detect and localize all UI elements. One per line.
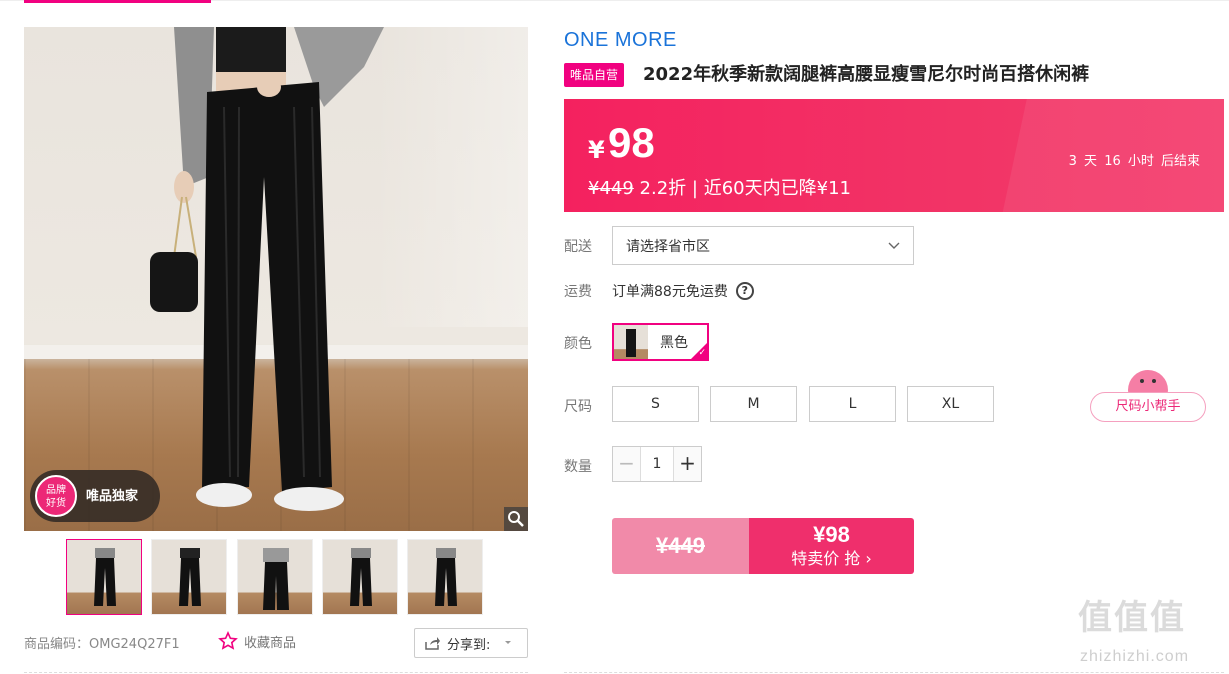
color-option-label: 黑色 xyxy=(660,335,688,351)
quantity-increase-button[interactable]: + xyxy=(674,447,701,481)
size-option-xl[interactable]: XL xyxy=(907,386,994,422)
zoom-icon[interactable] xyxy=(504,507,528,531)
size-label: 尺码 xyxy=(564,399,592,415)
share-icon xyxy=(425,637,440,650)
size-option-m[interactable]: M xyxy=(710,386,797,422)
region-select-value: 请选择省市区 xyxy=(626,238,710,255)
brand-name[interactable]: ONE MORE xyxy=(564,29,677,52)
shipping-label: 运费 xyxy=(564,284,592,300)
color-label: 颜色 xyxy=(564,336,592,352)
size-option-l[interactable]: L xyxy=(809,386,896,422)
buy-sale-price: ¥98 xyxy=(813,522,850,547)
quantity-stepper: − 1 + xyxy=(612,446,702,482)
self-operated-tag: 唯品自营 xyxy=(564,63,625,87)
active-tab-indicator xyxy=(24,0,211,3)
favorite-button[interactable]: 收藏商品 xyxy=(218,631,296,651)
buy-original-price: ¥449 xyxy=(612,518,749,574)
thumbnail-4[interactable] xyxy=(322,539,398,615)
quantity-label: 数量 xyxy=(564,459,592,475)
brand-goods-badge: 品牌 好货 xyxy=(35,475,77,517)
product-code-label: 商品编码： xyxy=(24,637,90,652)
model-figure xyxy=(150,27,384,511)
shipping-text: 订单满88元免运费 xyxy=(612,284,728,300)
quantity-input[interactable]: 1 xyxy=(640,447,674,481)
current-price: 98 xyxy=(608,119,655,166)
main-product-image[interactable]: 品牌 好货 唯品独家 xyxy=(24,27,528,531)
site-watermark: 值值值 xyxy=(1078,598,1186,638)
exclusive-badge: 品牌 好货 唯品独家 xyxy=(30,470,160,522)
price-banner: ¥ 98 ¥449 2.2折 | 近60天内已降¥11 3 天 16 小时 后结… xyxy=(564,99,1224,212)
buy-now-button[interactable]: ¥449 ¥98 特卖价 抢 › xyxy=(612,518,914,574)
color-option-black[interactable]: 黑色 ✓ xyxy=(612,323,709,361)
original-price: ¥449 xyxy=(588,178,634,199)
quantity-decrease-button[interactable]: − xyxy=(613,447,640,481)
favorite-label: 收藏商品 xyxy=(244,635,297,651)
share-button[interactable]: 分享到: xyxy=(414,628,528,658)
watermark-url: zhizhizhi.com xyxy=(1080,648,1190,665)
thumbnail-2[interactable] xyxy=(151,539,227,615)
product-code-value: OMG24Q27F1 xyxy=(89,637,180,652)
product-title: 2022年秋季新款阔腿裤高腰显瘦雪尼尔时尚百搭休闲裤 xyxy=(643,64,1090,85)
product-code: 商品编码：OMG24Q27F1 xyxy=(24,633,180,652)
thumbnail-1[interactable] xyxy=(66,539,142,615)
shipping-info: 订单满88元免运费 ? xyxy=(612,281,754,301)
price-drop-note: | 近60天内已降¥11 xyxy=(691,178,851,199)
buy-action: ¥98 特卖价 抢 › xyxy=(749,518,914,574)
chevron-down-icon xyxy=(888,242,900,249)
share-label: 分享到: xyxy=(447,637,491,653)
star-icon xyxy=(218,631,238,650)
region-select[interactable]: 请选择省市区 xyxy=(612,226,914,265)
thumbnail-5[interactable] xyxy=(407,539,483,615)
exclusive-label: 唯品独家 xyxy=(86,488,139,503)
discount-rate: 2.2折 xyxy=(639,178,687,199)
color-swatch-image xyxy=(614,325,648,359)
size-helper-button[interactable]: 尺码小帮手 xyxy=(1090,370,1206,422)
buy-label: 特卖价 抢 › xyxy=(791,549,872,568)
caret-down-icon xyxy=(505,641,512,644)
thumbnail-3[interactable] xyxy=(237,539,313,615)
size-helper-label: 尺码小帮手 xyxy=(1090,392,1206,422)
check-icon: ✓ xyxy=(698,348,706,358)
price-details: ¥449 2.2折 | 近60天内已降¥11 xyxy=(588,174,851,200)
size-option-s[interactable]: S xyxy=(612,386,699,422)
delivery-label: 配送 xyxy=(564,239,592,255)
help-icon[interactable]: ? xyxy=(735,282,754,300)
sale-countdown: 3 天 16 小时 后结束 xyxy=(1068,154,1200,169)
currency-symbol: ¥ xyxy=(588,136,605,164)
